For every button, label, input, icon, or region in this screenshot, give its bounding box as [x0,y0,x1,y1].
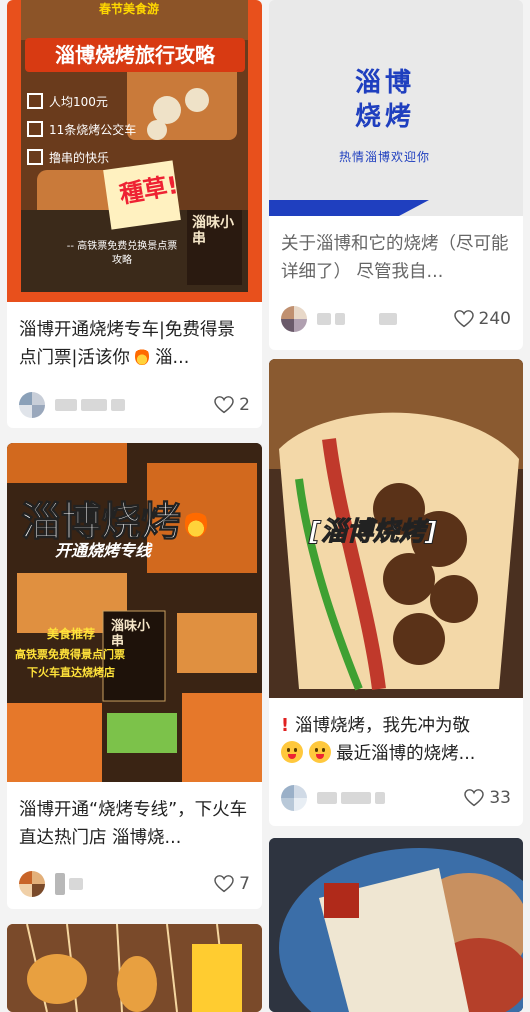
feed-card[interactable] [7,924,262,1012]
heart-icon [464,789,485,807]
card-title[interactable]: ! 淄博烧烤，我先冲为敬 最近淄博的烧烤... [269,712,523,768]
cover-subline: 开通烧烤专线 [55,541,152,560]
card-title[interactable]: 淄博开通“烧烤专线”，下火车直达热门店 淄博烧... [7,796,262,852]
cover-line: 下火车直达烧烤店 [27,666,115,679]
card-meta: 2 [19,390,250,420]
author-name-blurred[interactable] [317,792,385,804]
avatar[interactable] [19,871,45,897]
card-title-text: 淄博烧烤，我先冲为敬 [294,716,470,736]
skewers-cover-art [7,924,262,1012]
cover-line: 高铁票免费得景点门票 [15,648,125,661]
feed-card[interactable] [269,838,523,1012]
card-cover-image[interactable]: [淄博烧烤] [269,359,523,698]
feed-card[interactable]: 淄博烧烤 开通烧烤专线 美食推荐 高铁票免费得景点门票 下火车直达烧烤店 淄味小… [7,443,262,909]
cover-label: [淄博烧烤] [309,517,438,548]
card-cover-image[interactable] [7,924,262,1012]
card-cover-image[interactable] [269,838,523,1012]
plate-cover-art [269,838,523,1012]
card-title[interactable]: 关于淄博和它的烧烤（尽可能详细了） 尽管我自... [269,230,523,286]
fire-emoji-icon [185,509,207,537]
heart-icon [214,875,234,893]
card-cover-image[interactable]: 淄博烧烤 开通烧烤专线 美食推荐 高铁票免费得景点门票 下火车直达烧烤店 淄味小… [7,443,262,782]
card-title[interactable]: 淄博开通烧烤专车|免费得景点门票|活该你 淄... [7,316,262,372]
like-count: 2 [239,395,250,415]
card-meta: 240 [281,304,511,334]
like-button[interactable]: 33 [464,788,511,808]
feed-card[interactable]: [淄博烧烤] ! 淄博烧烤，我先冲为敬 最近淄博的烧烤... 33 [269,359,523,826]
check-item: 人均100元 [49,95,108,109]
like-count: 7 [239,874,250,894]
heart-icon [453,310,474,328]
feed-card[interactable]: 春节美食游 淄博烧烤旅行攻略 人均100元 11条烧烤公交车 撸串的快乐 種草!… [7,0,262,428]
check-box-icon [27,121,43,137]
fire-emoji-icon [135,347,150,365]
shop-sign: 淄味小串 [111,619,151,649]
avatar[interactable] [19,392,45,418]
like-button[interactable]: 7 [214,874,250,894]
card-meta: 33 [281,783,511,813]
card-title-text: 淄博开通烧烤专车|免费得景点门票|活该你 [19,320,235,368]
check-box-icon [27,93,43,109]
checklist: 人均100元 11条烧烤公交车 撸串的快乐 [27,88,136,172]
check-item: 11条烧烤公交车 [49,123,137,137]
like-button[interactable]: 240 [453,309,511,329]
card-title-tail: 淄... [155,348,190,368]
exclamation-icon: ! [281,716,289,736]
author-name-blurred[interactable] [55,873,83,895]
grinning-emoji-icon [281,741,303,763]
author-name-blurred[interactable] [55,399,125,411]
like-button[interactable]: 2 [214,395,250,415]
like-count: 33 [489,788,511,808]
card-cover-image[interactable]: 春节美食游 淄博烧烤旅行攻略 人均100元 11条烧烤公交车 撸串的快乐 種草!… [7,0,262,302]
brand-logo-line: 烧烤 [355,102,416,132]
cover-caption: -- 高铁票免费兑换景点票 攻略 [66,241,178,266]
author-name-blurred[interactable] [317,313,397,325]
cover-strip-text: 春节美食游 [99,2,160,16]
like-count: 240 [478,309,511,329]
card-cover-image[interactable]: 淄博 烧烤 热情淄博欢迎你 [269,0,523,216]
brand-logo-line: 淄博 [355,68,416,98]
heart-icon [214,396,234,414]
feed-card[interactable]: 淄博 烧烤 热情淄博欢迎你 关于淄博和它的烧烤（尽可能详细了） 尽管我自... … [269,0,523,350]
check-item: 撸串的快乐 [49,151,110,165]
avatar[interactable] [281,306,307,332]
card-meta: 7 [19,869,250,899]
card-title-text: 最近淄博的烧烤... [336,744,476,764]
cover-tag: 美食推荐 [47,627,96,641]
check-box-icon [27,149,43,165]
brand-tagline: 热情淄博欢迎你 [339,150,431,164]
avatar[interactable] [281,785,307,811]
cover-banner: 淄博烧烤旅行攻略 [25,38,245,72]
shop-sign: 淄味小串 [192,215,234,247]
grinning-emoji-icon [308,741,331,763]
